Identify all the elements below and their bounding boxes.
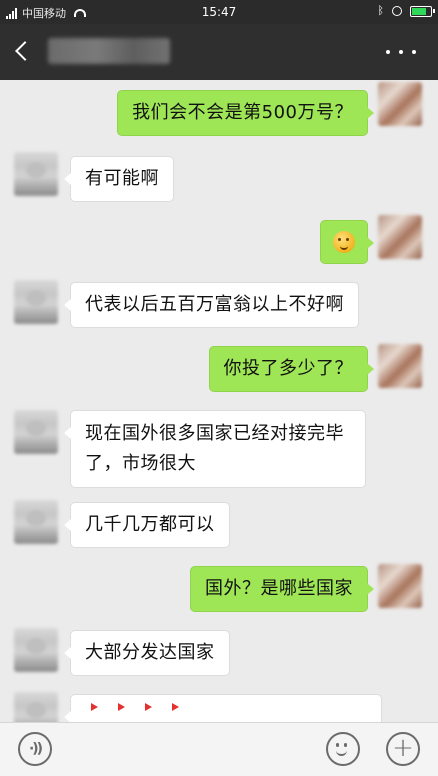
message-bubble-incoming[interactable]: 现在国外很多国家已经对接完毕了，市场很大: [64, 410, 366, 488]
plus-button[interactable]: +: [386, 732, 420, 766]
more-dot: [412, 50, 416, 54]
alarm-icon: [392, 6, 402, 16]
status-bar: 中国移动 15:47 ᛒ: [0, 0, 438, 24]
wechat-chat-screen: 中国移动 15:47 ᛒ 我们会不会是第500万号？ 有可能啊 代表以后五百万富…: [0, 0, 438, 776]
red-arrows-icon: [71, 695, 381, 711]
nav-bar: [0, 24, 438, 80]
avatar-self[interactable]: [378, 82, 422, 126]
message-bubble-outgoing[interactable]: 我们会不会是第500万号？: [117, 90, 374, 136]
status-right: ᛒ: [377, 4, 435, 18]
chevron-left-icon: [15, 41, 35, 61]
message-bubble-outgoing[interactable]: 你投了多少了？: [208, 346, 374, 392]
message-bubble-outgoing-emoji[interactable]: [320, 220, 374, 264]
avatar-self[interactable]: [378, 564, 422, 608]
back-button[interactable]: [8, 36, 38, 68]
chat-area[interactable]: 我们会不会是第500万号？ 有可能啊 代表以后五百万富翁以上不好啊 你投了多少了…: [0, 80, 438, 722]
plus-icon: +: [392, 733, 414, 763]
battery-fill: [412, 7, 426, 15]
more-dot: [399, 50, 403, 54]
avatar-contact[interactable]: [14, 410, 58, 454]
more-button[interactable]: [386, 40, 416, 64]
message-bubble-incoming-partial[interactable]: [64, 694, 382, 722]
avatar-contact[interactable]: [14, 692, 58, 722]
avatar-contact[interactable]: [14, 628, 58, 672]
message-bubble-outgoing[interactable]: 国外？是哪些国家: [190, 566, 374, 612]
contact-name-blurred: [48, 38, 170, 64]
message-bubble-incoming[interactable]: 有可能啊: [64, 156, 174, 202]
battery-icon: [410, 5, 435, 17]
avatar-contact[interactable]: [14, 280, 58, 324]
message-bubble-incoming[interactable]: 大部分发达国家: [64, 630, 230, 676]
status-time: 15:47: [201, 5, 237, 19]
bluetooth-icon: ᛒ: [377, 4, 384, 17]
message-bubble-incoming[interactable]: 代表以后五百万富翁以上不好啊: [64, 282, 359, 328]
emoji-icon: [328, 734, 358, 764]
avatar-self[interactable]: [378, 344, 422, 388]
voice-button[interactable]: ·)): [18, 732, 52, 766]
avatar-self[interactable]: [378, 215, 422, 259]
avatar-contact[interactable]: [14, 500, 58, 544]
grinning-emoji-icon: [333, 231, 355, 253]
more-dot: [386, 50, 390, 54]
avatar-contact[interactable]: [14, 152, 58, 196]
input-bar: ·)) +: [0, 722, 438, 776]
emoji-button[interactable]: [326, 732, 360, 766]
voice-icon: ·)): [28, 741, 43, 757]
message-bubble-incoming[interactable]: 几千几万都可以: [64, 502, 230, 548]
